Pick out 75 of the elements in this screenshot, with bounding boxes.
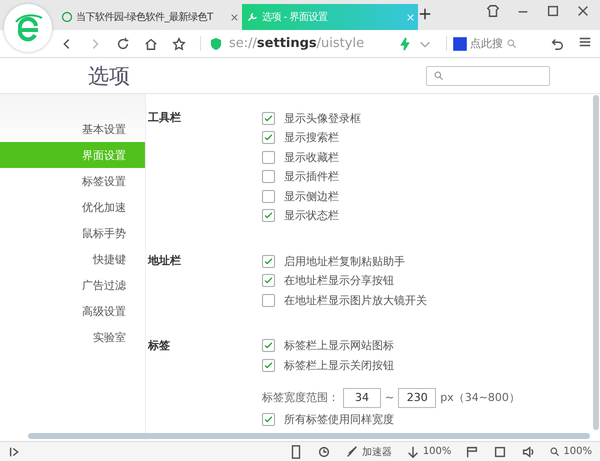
check-icon [263,256,274,267]
close-icon[interactable] [576,4,590,18]
checkbox-label: 显示状态栏 [284,208,339,224]
check-icon [263,112,274,124]
download-button[interactable]: 100% [406,444,452,458]
checkbox-label: 显示头像登录框 [284,110,361,126]
checkbox[interactable] [262,254,275,268]
checkbox[interactable] [262,170,275,184]
lightning-icon[interactable] [398,36,412,50]
checkbox-label: 在地址栏显示图片放大镜开关 [284,292,427,308]
accelerator-button[interactable]: 加速器 [344,444,392,458]
scrollbar[interactable] [593,95,599,430]
flag-icon[interactable] [465,444,480,458]
checkbox-label: 所有标签使用同样宽度 [284,412,394,428]
maximize-icon[interactable] [546,4,560,18]
refresh-icon[interactable] [116,36,130,50]
sidebar-item[interactable]: 基本设置 [0,116,145,142]
close-icon[interactable] [230,12,239,22]
checkbox[interactable] [262,339,275,352]
section-title: 工具栏 [148,110,182,126]
checkbox-label: 显示侧边栏 [284,188,339,204]
search-icon [433,70,444,81]
range-separator: ~ [385,391,394,404]
range-unit: px（34~800） [440,390,520,405]
input-field[interactable]: 230 [398,388,436,408]
sidebar-item[interactable]: 实验室 [0,324,145,350]
search-icon [549,446,560,457]
checkbox-label: 显示收藏栏 [284,150,339,165]
checkbox[interactable] [262,190,275,203]
arrow-down-icon [406,444,420,458]
checkbox-label: 标签栏上显示网站图标 [284,338,394,354]
menu-icon[interactable] [578,35,592,49]
star-icon[interactable] [172,36,186,50]
checkbox[interactable] [262,131,275,144]
search-field[interactable]: 点此搜 [470,36,503,51]
checkbox[interactable] [262,413,275,426]
sidebar-item[interactable]: 广告过滤 [0,272,145,298]
sidebar-item[interactable]: 快捷键 [0,246,145,272]
site-logo-icon [61,11,73,23]
section-title: 标签 [148,338,171,354]
home-icon[interactable] [144,36,158,50]
sidebar-item[interactable]: 优化加速 [0,194,145,220]
browser-tab[interactable]: 当下软件园-绿色软件_最新绿色T [58,4,242,30]
search-field[interactable] [426,66,550,86]
browser-logo-icon[interactable] [4,4,52,52]
sidebar-item[interactable]: 高级设置 [0,298,145,324]
check-icon [263,360,274,371]
checkbox[interactable] [262,274,275,288]
window-icon[interactable] [493,444,508,458]
address-field[interactable]: se://settings/uistyle [229,36,392,51]
speaker-icon[interactable] [521,444,536,458]
checkbox-label: 启用地址栏复制粘贴助手 [284,254,405,269]
search-icon[interactable] [506,38,517,49]
checkbox-label: 显示搜索栏 [284,130,339,146]
sidebar-item[interactable]: 鼠标手势 [0,220,145,246]
shield-icon [209,36,223,50]
checkbox[interactable] [262,209,275,222]
scrollbar[interactable] [28,433,590,439]
shirt-icon[interactable] [486,4,500,18]
clock-icon[interactable] [316,444,331,458]
checkbox[interactable] [262,150,275,164]
sidebar-item[interactable]: 标签设置 [0,168,145,194]
checkbox[interactable] [262,358,275,372]
checkbox-label: 显示插件栏 [284,169,339,184]
zoom-button[interactable]: 100% [549,446,592,457]
checkbox[interactable] [262,294,275,307]
undo-icon[interactable] [550,36,564,50]
section-title: 地址栏 [148,253,182,269]
page-title: 选项 [88,62,130,90]
checkbox-label: 标签栏上显示关闭按钮 [284,358,394,373]
new-tab-icon[interactable] [418,6,432,20]
range-label: 标签宽度范围： [262,390,339,405]
input-field[interactable]: 34 [343,388,381,408]
checkbox[interactable] [262,112,275,125]
checkbox-label: 在地址栏显示分享按钮 [284,273,394,288]
